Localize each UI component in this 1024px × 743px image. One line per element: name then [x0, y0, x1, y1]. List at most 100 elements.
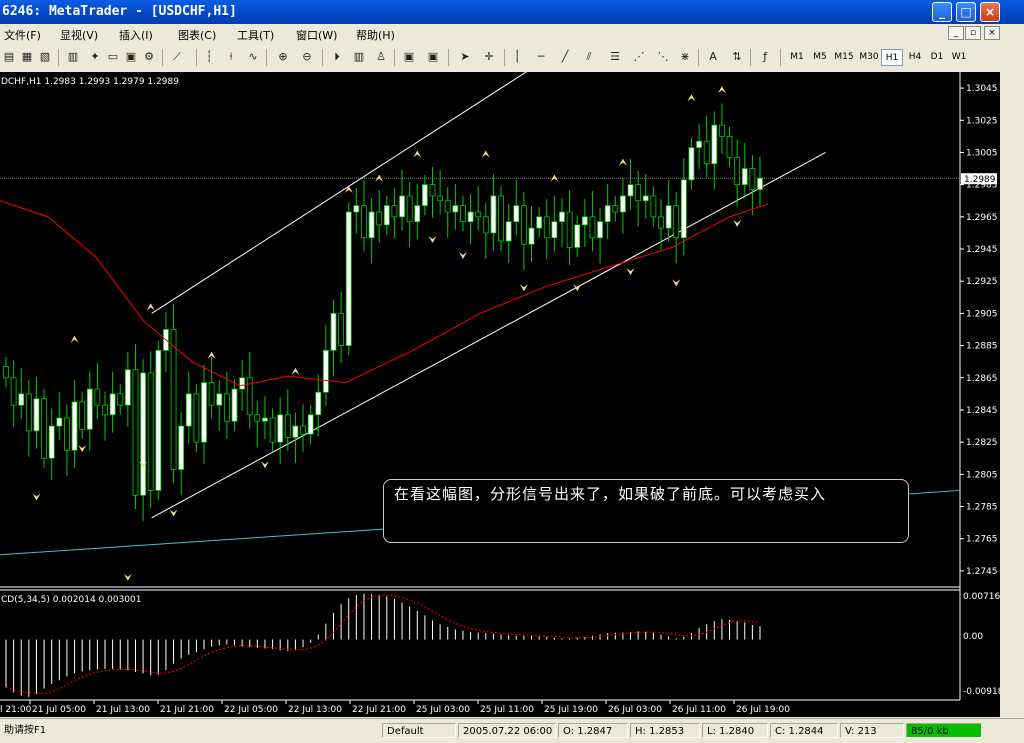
gann-fan-icon[interactable]: ⋱: [654, 48, 672, 66]
candle-bull: [18, 393, 25, 406]
minimize-button[interactable]: _: [932, 2, 952, 22]
candle-bear: [117, 393, 124, 406]
candle-bull: [56, 417, 63, 427]
timeframe-m15[interactable]: M15: [832, 49, 856, 66]
candle-bull: [33, 398, 40, 432]
menu-bar: 文件(F) 显视(V) 插入(I) 图表(C) 工具(T) 窗口(W) 帮助(H…: [0, 24, 1024, 44]
vline-icon[interactable]: │: [508, 48, 526, 66]
candle-bull: [368, 211, 375, 239]
bar-chart-icon[interactable]: ┆: [200, 48, 218, 66]
annotation-box[interactable]: 在看这幅图，分形信号出来了，如果破了前底。可以考虑买入: [383, 479, 909, 543]
new-chart-icon[interactable]: ▤: [0, 48, 18, 66]
menu-charts[interactable]: 图表(C): [178, 27, 216, 43]
toolbar-separator: [196, 49, 197, 66]
zoom-out-icon[interactable]: ⊖: [298, 48, 316, 66]
timeframe-m30[interactable]: M30: [857, 49, 881, 66]
candle-bull: [688, 147, 695, 181]
candle-bull: [665, 205, 672, 229]
close-button[interactable]: ×: [980, 2, 1000, 22]
candle-bull: [741, 168, 748, 186]
candle-bull: [467, 211, 474, 223]
y-tick-label: 1.2805: [966, 470, 998, 480]
candle-bull: [490, 195, 497, 234]
candle-bear: [170, 329, 177, 470]
zoom-in-icon[interactable]: ⊕: [274, 48, 292, 66]
y-tick-label: 1.2785: [966, 503, 998, 513]
arrow-icon[interactable]: ⇅: [728, 48, 746, 66]
fibo-fan-icon[interactable]: ⋰: [630, 48, 648, 66]
maximize-button[interactable]: □: [956, 2, 976, 22]
equidistant-channel-icon[interactable]: ⫽: [580, 48, 598, 66]
toolbar-separator: [750, 49, 751, 66]
candle-bear: [223, 393, 230, 422]
toolbar: ▤ ▦ ▧ ▥ ✦ ▭ ▣ ⚙ ⟋ ┆ ⍿ ∿ ⊕ ⊖ ⏵ ▥ ♙ ▣ ▣ ➤ …: [0, 44, 1024, 73]
candle-bull: [353, 205, 360, 213]
market-watch-icon[interactable]: ▥: [64, 48, 82, 66]
save-icon[interactable]: ▧: [36, 48, 54, 66]
tester-icon[interactable]: ▣: [122, 48, 140, 66]
timeframe-d1[interactable]: D1: [926, 49, 948, 66]
macd-tick-bottom: -0.00918: [963, 687, 1000, 697]
profile-icon[interactable]: ▣: [400, 48, 418, 66]
line-chart-icon[interactable]: ∿: [244, 48, 262, 66]
candle-bear: [749, 168, 756, 190]
terminal-icon[interactable]: ▭: [104, 48, 122, 66]
template-icon[interactable]: ♙: [372, 48, 390, 66]
candle-bear: [566, 211, 573, 248]
candle-bull: [627, 184, 634, 197]
open-icon[interactable]: ▦: [18, 48, 36, 66]
timeframe-h4[interactable]: H4: [904, 49, 926, 66]
gann-grid-icon[interactable]: ⋇: [676, 48, 694, 66]
mdi-minimize-button[interactable]: _: [948, 26, 964, 40]
x-tick-label: 26 Jul 03:00: [608, 705, 662, 715]
chart-shift-icon[interactable]: ▥: [350, 48, 368, 66]
expert-icon[interactable]: ⟋: [168, 48, 186, 66]
y-tick-label: 1.2965: [966, 213, 998, 223]
timeframe-h1[interactable]: H1: [881, 49, 903, 66]
autoscroll-icon[interactable]: ⏵: [328, 48, 346, 66]
timeframe-m1[interactable]: M1: [786, 49, 808, 66]
candle-bear: [361, 205, 367, 239]
candle-bear: [726, 135, 733, 158]
candle-bear: [635, 184, 642, 202]
y-tick-label: 1.2945: [966, 245, 998, 255]
navigator-icon[interactable]: ✦: [86, 48, 104, 66]
x-tick-label: 25 Jul 11:00: [480, 705, 534, 715]
text-icon[interactable]: A: [704, 48, 722, 66]
chart-header: DCHF,H1 1.2983 1.2993 1.2979 1.2989: [1, 77, 179, 87]
menu-tools[interactable]: 工具(T): [237, 27, 274, 43]
current-price-label: 1.2989: [964, 175, 996, 185]
chart-window[interactable]: DCHF,H1 1.2983 1.2993 1.2979 1.2989 1.30…: [0, 39, 1004, 717]
menu-help[interactable]: 帮助(H): [356, 27, 395, 43]
candle-bull: [757, 177, 763, 190]
fibo-icon[interactable]: ☰: [606, 48, 624, 66]
candle-bull: [140, 372, 146, 496]
menu-view[interactable]: 显视(V): [60, 27, 98, 43]
hline-icon[interactable]: ─: [532, 48, 550, 66]
status-volume: V: 213: [840, 723, 904, 738]
timeframe-m5[interactable]: M5: [809, 49, 831, 66]
x-tick-label: 25 Jul 03:00: [416, 705, 470, 715]
candle-bear: [543, 216, 550, 239]
toolbar-separator: [394, 49, 395, 66]
trendline-icon[interactable]: ╱: [556, 48, 574, 66]
y-tick-label: 1.2905: [966, 309, 998, 319]
mdi-restore-button[interactable]: ▫: [965, 26, 981, 40]
timeframe-w1[interactable]: W1: [948, 49, 970, 66]
options-icon[interactable]: ⚙: [140, 48, 158, 66]
period-separator-icon[interactable]: ▣: [424, 48, 442, 66]
status-profile: Default: [382, 723, 456, 738]
candles-icon[interactable]: ⍿: [222, 48, 240, 66]
menu-window[interactable]: 窗口(W): [296, 27, 337, 43]
crosshair-icon[interactable]: ✛: [480, 48, 498, 66]
toolbar-separator: [58, 49, 59, 66]
cursor-icon[interactable]: ➤: [456, 48, 474, 66]
candle-bear: [338, 313, 345, 346]
right-scroll-strip: [1000, 72, 1024, 742]
menu-file[interactable]: 文件(F): [4, 27, 41, 43]
y-tick-label: 1.3045: [966, 84, 998, 94]
mdi-close-button[interactable]: ×: [984, 26, 1000, 40]
indicator-icon[interactable]: ƒ: [756, 48, 774, 66]
menu-insert[interactable]: 插入(I): [119, 27, 153, 43]
chart-canvas[interactable]: DCHF,H1 1.2983 1.2993 1.2979 1.2989 1.30…: [0, 39, 1004, 717]
